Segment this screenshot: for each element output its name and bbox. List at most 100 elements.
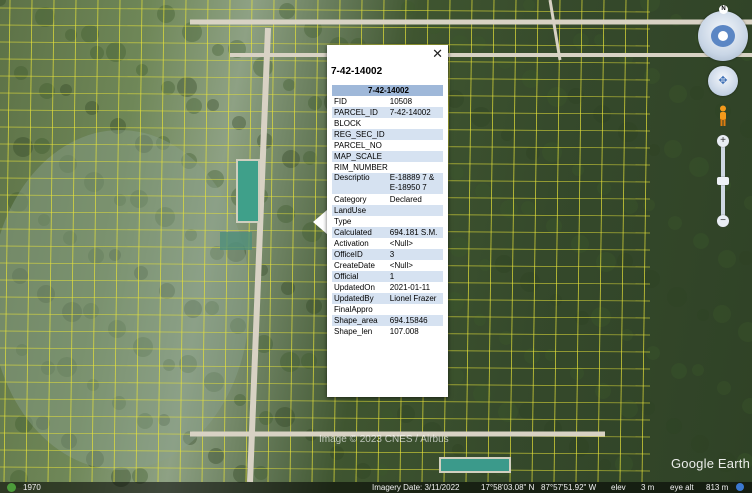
pond bbox=[220, 232, 252, 250]
vegetation-patch bbox=[232, 116, 246, 130]
attribute-value bbox=[388, 304, 443, 315]
vegetation-patch bbox=[644, 68, 660, 84]
vegetation-patch bbox=[449, 237, 469, 257]
historical-year[interactable]: 1970 bbox=[23, 482, 41, 493]
vegetation-patch bbox=[212, 44, 224, 56]
vegetation-patch bbox=[692, 364, 704, 376]
vegetation-patch bbox=[106, 42, 126, 62]
zoom-slider-thumb[interactable] bbox=[717, 177, 729, 185]
street-view-pegman-icon[interactable] bbox=[717, 105, 729, 127]
attribute-row: Category Declared bbox=[332, 194, 443, 205]
vegetation-patch bbox=[569, 437, 589, 457]
streaming-indicator-icon bbox=[736, 483, 744, 491]
vegetation-patch bbox=[275, 407, 295, 427]
vegetation-patch bbox=[615, 455, 633, 473]
historical-imagery-icon[interactable] bbox=[7, 483, 16, 492]
vegetation-patch bbox=[14, 66, 28, 80]
vegetation-patch bbox=[499, 331, 513, 345]
vegetation-patch bbox=[622, 198, 638, 214]
elevation-value: 3 m bbox=[641, 483, 655, 492]
vegetation-patch bbox=[618, 122, 638, 142]
vegetation-patch bbox=[524, 348, 540, 364]
parcel-info-balloon: ✕ 7-42-14002 7-42-14002 FID 10508 PARCEL_I… bbox=[327, 45, 448, 397]
vegetation-patch bbox=[450, 166, 464, 180]
vegetation-patch bbox=[646, 346, 660, 360]
attribute-row: BLOCK bbox=[332, 118, 443, 129]
compass-icon[interactable]: N bbox=[698, 5, 748, 61]
parcel-boundary-line bbox=[289, 0, 297, 483]
attribute-key: RIM_NUMBER bbox=[334, 163, 388, 172]
vegetation-patch bbox=[234, 394, 246, 406]
imagery-copyright: Image © 2023 CNES / Airbus bbox=[319, 434, 449, 445]
close-icon[interactable]: ✕ bbox=[432, 48, 443, 62]
vegetation-patch bbox=[542, 142, 562, 162]
vegetation-patch bbox=[568, 88, 584, 104]
attribute-key: REG_SEC_ID bbox=[332, 129, 388, 140]
vegetation-patch bbox=[597, 181, 611, 195]
vegetation-patch bbox=[473, 385, 491, 403]
vegetation-patch bbox=[182, 22, 202, 42]
attribute-row: Calculated 694.181 S.M. bbox=[332, 227, 443, 238]
attribute-key: CreateDate bbox=[334, 261, 375, 270]
vegetation-patch bbox=[742, 398, 752, 414]
vegetation-patch bbox=[471, 107, 491, 127]
pond bbox=[236, 159, 260, 223]
vegetation-patch bbox=[599, 459, 611, 471]
vegetation-patch bbox=[157, 5, 175, 23]
vegetation-patch bbox=[591, 307, 611, 327]
vegetation-patch bbox=[738, 322, 752, 342]
balloon-title: 7-42-14002 bbox=[331, 66, 383, 77]
vegetation-patch bbox=[280, 352, 300, 372]
attribute-row: Descriptio E-18889 7 & E-18950 7 bbox=[332, 173, 443, 194]
attribute-value bbox=[388, 162, 443, 173]
attribute-key: OfficeID bbox=[332, 249, 388, 260]
look-joystick-icon[interactable]: ✥ bbox=[708, 66, 738, 96]
vegetation-patch bbox=[448, 368, 464, 384]
parcel-boundary-line bbox=[0, 466, 651, 472]
vegetation-patch bbox=[740, 120, 752, 138]
attribute-row: FID 10508 bbox=[332, 96, 443, 107]
vegetation-patch bbox=[575, 311, 589, 325]
attribute-value bbox=[388, 216, 443, 227]
vegetation-patch bbox=[697, 309, 709, 321]
eye-icon bbox=[711, 25, 735, 47]
vegetation-patch bbox=[667, 287, 687, 307]
attribute-key: LandUse bbox=[332, 205, 388, 216]
vegetation-patch bbox=[526, 146, 540, 160]
parcel-boundary-line bbox=[487, 0, 495, 483]
attribute-key: Shape_area bbox=[332, 315, 388, 326]
zoom-in-icon[interactable]: + bbox=[717, 135, 729, 147]
status-bar: 1970 Imagery Date: 3/11/2022 17°58'03.08… bbox=[0, 482, 752, 493]
attribute-value bbox=[388, 118, 443, 129]
vegetation-patch bbox=[283, 79, 295, 91]
attribute-value bbox=[387, 205, 443, 216]
vegetation-patch bbox=[452, 444, 464, 456]
north-indicator[interactable]: N bbox=[719, 5, 728, 14]
vegetation-patch bbox=[594, 34, 606, 46]
move-arrows-icon: ✥ bbox=[718, 75, 728, 87]
vegetation-patch bbox=[691, 435, 709, 453]
attribute-value: <Null> bbox=[389, 261, 413, 270]
vegetation-patch bbox=[744, 196, 752, 210]
attribute-row: REG_SEC_ID bbox=[332, 129, 443, 140]
vegetation-patch bbox=[0, 0, 6, 6]
vegetation-patch bbox=[640, 0, 660, 12]
vegetation-patch bbox=[401, 1, 415, 15]
vegetation-patch bbox=[495, 255, 513, 273]
attribute-row: Shape_len 107.008 bbox=[332, 326, 443, 337]
vegetation-patch bbox=[643, 199, 655, 211]
attribute-value: Lionel Frazer bbox=[387, 293, 443, 304]
vegetation-patch bbox=[479, 259, 491, 271]
attribute-value: 107.008 bbox=[389, 327, 419, 336]
vegetation-patch bbox=[472, 36, 486, 50]
attribute-row: PARCEL_ID 7-42-14002 bbox=[332, 107, 443, 118]
vegetation-patch bbox=[208, 448, 224, 464]
attribute-row: LandUse bbox=[332, 205, 443, 216]
longitude-readout: 87°57'51.92" W bbox=[541, 483, 597, 492]
attribute-row: Type bbox=[332, 216, 443, 227]
zoom-out-icon[interactable]: − bbox=[717, 215, 729, 227]
pond bbox=[439, 457, 511, 473]
vegetation-patch bbox=[451, 35, 469, 53]
vegetation-patch bbox=[547, 87, 567, 107]
attribute-row: RIM_NUMBER bbox=[332, 162, 443, 173]
